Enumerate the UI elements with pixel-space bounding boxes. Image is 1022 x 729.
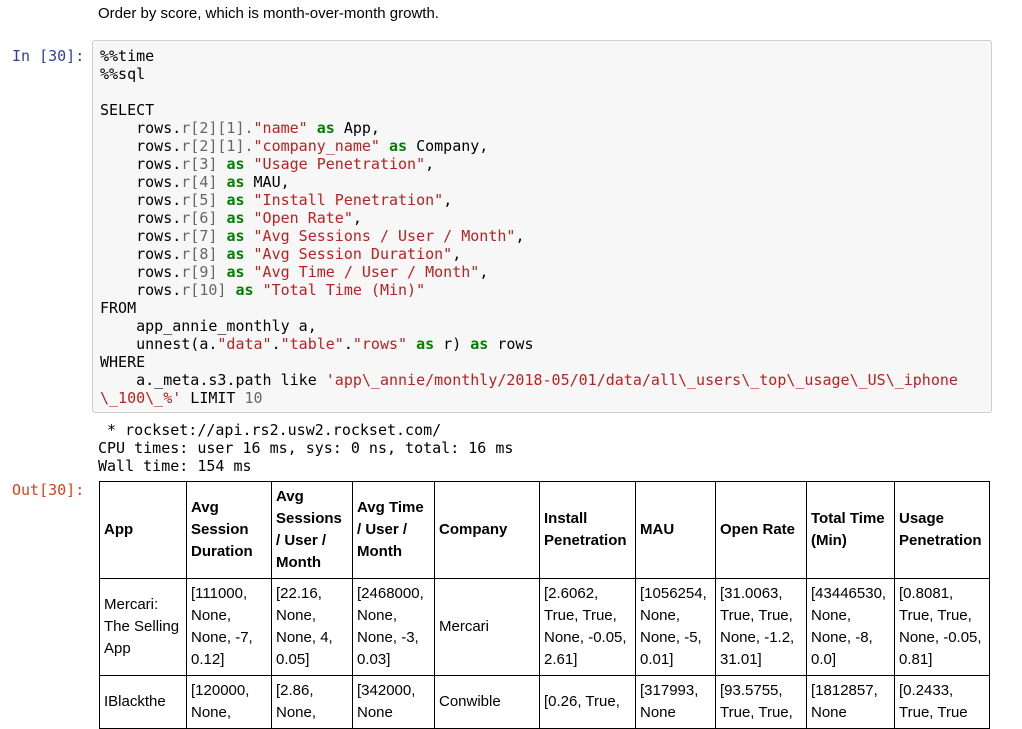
code-unnest: unnest(a."data"."table"."rows" as r) as … [100, 335, 534, 353]
code-line-2: rows.r[2][1]."company_name" as Company, [100, 137, 489, 155]
col-header-avg-time: Avg Time / User / Month [352, 481, 435, 579]
col-header-avg-sessions: Avg Sessions / User / Month [271, 481, 353, 579]
kw-select: SELECT [100, 101, 155, 119]
code-line-9: rows.r[9] as "Avg Time / User / Month", [100, 263, 489, 281]
col-header-mau: MAU [635, 481, 716, 579]
col-header-open-rate: Open Rate [715, 481, 807, 579]
table-cell: [31.0063, True, True, None, -1.2, 31.01] [715, 578, 807, 676]
code-line-8: rows.r[8] as "Avg Session Duration", [100, 245, 462, 263]
kw-from: FROM [100, 299, 137, 317]
markdown-text: Order by score, which is month-over-mont… [98, 5, 439, 22]
col-header-total-time: Total Time (Min) [806, 481, 895, 579]
code-line-10: rows.r[10] as "Total Time (Min)" [100, 281, 426, 299]
code-cell[interactable]: %%time %%sql SELECT rows.r[2][1]."name" … [92, 40, 992, 413]
stdout-line-3: Wall time: 154 ms [98, 457, 252, 475]
col-header-usage-penetration: Usage Penetration [894, 481, 990, 579]
table-cell: Conwible [434, 675, 540, 729]
col-header-app: App [99, 481, 187, 579]
code-editor[interactable]: %%time %%sql SELECT rows.r[2][1]."name" … [100, 47, 958, 407]
table-cell: [93.5755, True, True, [715, 675, 807, 729]
table-cell: [111000, None, None, -7, 0.12] [186, 578, 272, 676]
table-cell: [1056254, None, None, -5, 0.01] [635, 578, 716, 676]
table-cell: IBlackthe [99, 675, 187, 729]
col-header-company: Company [434, 481, 540, 579]
table-cell: [342000, None [352, 675, 435, 729]
table-cell: Mercari: The Selling App [99, 578, 187, 676]
table-cell: [2468000, None, None, -3, 0.03] [352, 578, 435, 676]
col-header-avg-session-duration: Avg Session Duration [186, 481, 272, 579]
code-line-7: rows.r[7] as "Avg Sessions / User / Mont… [100, 227, 525, 245]
col-header-install-penetration: Install Penetration [539, 481, 636, 579]
magic-sql: %%sql [100, 65, 146, 83]
table-cell: Mercari [434, 578, 540, 676]
table-cell: [0.8081, True, True, None, -0.05, 0.81] [894, 578, 990, 676]
magic-time: %%time [100, 47, 155, 65]
table-cell: [43446530, None, None, -8, 0.0] [806, 578, 895, 676]
code-line-5: rows.r[5] as "Install Penetration", [100, 191, 453, 209]
code-line-3: rows.r[3] as "Usage Penetration", [100, 155, 435, 173]
table-cell: [120000, None, [186, 675, 272, 729]
code-where-clause: a._meta.s3.path like 'app\_annie/monthly… [100, 371, 958, 407]
code-from-table: app_annie_monthly a, [100, 317, 317, 335]
kw-where: WHERE [100, 353, 146, 371]
table-header-row: App Avg Session Duration Avg Sessions / … [99, 481, 990, 579]
stdout-line-1: * rockset://api.rs2.usw2.rockset.com/ [98, 421, 442, 439]
result-table: App Avg Session Duration Avg Sessions / … [99, 481, 990, 729]
table-row: IBlackthe [120000, None, [2.86, None, [3… [99, 675, 990, 729]
output-prompt: Out[30]: [12, 481, 85, 499]
table-cell: [0.2433, True, True [894, 675, 990, 729]
table-cell: [1812857, None [806, 675, 895, 729]
table-cell: [0.26, True, [539, 675, 636, 729]
input-prompt: In [30]: [12, 47, 85, 65]
table-cell: [2.6062, True, True, None, -0.05, 2.61] [539, 578, 636, 676]
table-cell: [2.86, None, [271, 675, 353, 729]
table-row: Mercari: The Selling App [111000, None, … [99, 578, 990, 676]
table-cell: [317993, None [635, 675, 716, 729]
stdout-line-2: CPU times: user 16 ms, sys: 0 ns, total:… [98, 439, 514, 457]
cell-stdout: * rockset://api.rs2.usw2.rockset.com/ CP… [98, 421, 513, 475]
code-line-1: rows.r[2][1]."name" as App, [100, 119, 380, 137]
code-line-6: rows.r[6] as "Open Rate", [100, 209, 362, 227]
code-line-4: rows.r[4] as MAU, [100, 173, 290, 191]
table-cell: [22.16, None, None, 4, 0.05] [271, 578, 353, 676]
